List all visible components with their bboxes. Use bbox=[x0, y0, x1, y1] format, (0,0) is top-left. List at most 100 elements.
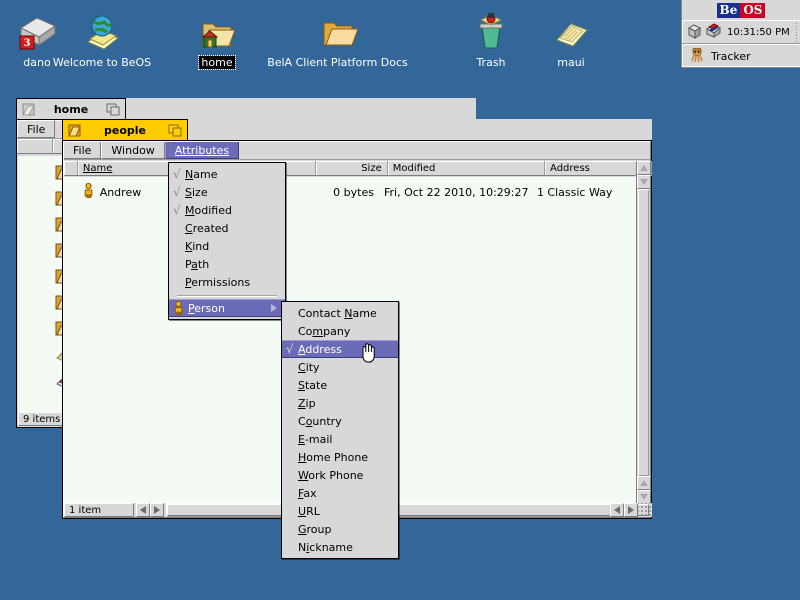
cell-address: 1 Classic Way bbox=[532, 186, 636, 199]
cell-name: Andrew bbox=[100, 186, 142, 199]
checkmark-icon: √ bbox=[286, 343, 298, 355]
hscroll-left-button[interactable] bbox=[136, 503, 150, 517]
person-submenu-item-contact-name[interactable]: Contact Name bbox=[282, 304, 398, 322]
desktop-icon-label: BelA Client Platform Docs bbox=[265, 56, 410, 69]
document-icon bbox=[549, 10, 593, 54]
person-submenu-item-home-phone[interactable]: Home Phone bbox=[282, 448, 398, 466]
checkmark-icon: √ bbox=[173, 186, 185, 198]
person-submenu-item-company[interactable]: Company bbox=[282, 322, 398, 340]
menu-attributes[interactable]: Attributes bbox=[165, 141, 239, 159]
menu-item-label: Address bbox=[298, 343, 390, 356]
menu-item-label: Created bbox=[185, 222, 277, 235]
column-header-size[interactable]: Size bbox=[316, 161, 388, 175]
attributes-menu[interactable]: √Name√Size√ModifiedCreatedKindPathPermis… bbox=[168, 162, 286, 320]
person-submenu-item-nickname[interactable]: Nickname bbox=[282, 538, 398, 556]
attributes-menu-item-path[interactable]: Path bbox=[169, 255, 285, 273]
desktop-icon-label: maui bbox=[555, 56, 586, 69]
people-window-tab[interactable]: people bbox=[62, 119, 188, 140]
person-submenu-item-country[interactable]: Country bbox=[282, 412, 398, 430]
menu-item-label: State bbox=[298, 379, 390, 392]
person-submenu-item-zip[interactable]: Zip bbox=[282, 394, 398, 412]
zoom-button[interactable] bbox=[168, 124, 182, 137]
deskbar[interactable]: Be OS 10:31:50 PM bbox=[681, 0, 800, 68]
attributes-menu-item-permissions[interactable]: Permissions bbox=[169, 273, 285, 291]
cell-modified: Fri, Oct 22 2010, 10:29:27 PM bbox=[379, 186, 532, 199]
menu-item-label: Work Phone bbox=[298, 469, 390, 482]
hscroll-left-button-right[interactable] bbox=[610, 503, 624, 517]
menu-file[interactable]: File bbox=[17, 120, 55, 138]
desktop[interactable]: 3 dano Welcome to BeOS bbox=[0, 0, 800, 600]
hscroll-right-button-right[interactable] bbox=[624, 503, 638, 517]
menu-window[interactable]: Window bbox=[101, 141, 164, 159]
column-header-modified[interactable]: Modified bbox=[388, 161, 545, 175]
beos-logo-be: Be bbox=[717, 3, 741, 18]
person-submenu-item-url[interactable]: URL bbox=[282, 502, 398, 520]
deskbar-app-label: Tracker bbox=[711, 50, 751, 63]
desktop-icon-label: home bbox=[199, 56, 234, 69]
hscroll-right-button[interactable] bbox=[150, 503, 164, 517]
attributes-menu-item-modified[interactable]: √Modified bbox=[169, 201, 285, 219]
people-window-item-count: 1 item bbox=[64, 503, 134, 517]
printer-icon[interactable] bbox=[705, 23, 722, 42]
deskbar-tray[interactable]: 10:31:50 PM bbox=[682, 20, 800, 44]
attributes-menu-item-person[interactable]: Person bbox=[169, 299, 285, 317]
person-submenu[interactable]: Contact NameCompany√AddressCityStateZipC… bbox=[281, 301, 399, 559]
person-submenu-item-e-mail[interactable]: E-mail bbox=[282, 430, 398, 448]
deskbar-clock[interactable]: 10:31:50 PM bbox=[727, 27, 790, 38]
person-submenu-item-group[interactable]: Group bbox=[282, 520, 398, 538]
deskbar-drag-dots[interactable] bbox=[795, 22, 798, 42]
submenu-arrow-icon bbox=[271, 304, 277, 312]
desktop-icon-welcome-to-beos[interactable]: Welcome to BeOS bbox=[42, 10, 162, 69]
home-window-title: home bbox=[40, 103, 102, 116]
people-window-vscrollbar[interactable] bbox=[636, 161, 650, 504]
menu-item-label: URL bbox=[298, 505, 390, 518]
menu-item-label: City bbox=[298, 361, 390, 374]
column-header-icon[interactable] bbox=[17, 139, 53, 153]
menu-file[interactable]: File bbox=[63, 141, 101, 159]
deskbar-logo[interactable]: Be OS bbox=[682, 0, 800, 20]
people-window-column-header: Name Size Modified Address bbox=[64, 161, 652, 176]
menu-item-label: Nickname bbox=[298, 541, 390, 554]
desktop-icon-maui[interactable]: maui bbox=[516, 10, 626, 69]
menu-item-label: Permissions bbox=[185, 276, 277, 289]
attributes-menu-item-created[interactable]: Created bbox=[169, 219, 285, 237]
desktop-icon-label: Trash bbox=[474, 56, 507, 69]
folder-icon bbox=[316, 10, 360, 54]
window-resize-handle[interactable] bbox=[638, 503, 652, 517]
document-globe-icon bbox=[80, 10, 124, 54]
beos-logo-os: OS bbox=[740, 3, 765, 18]
menu-item-label: Person bbox=[188, 302, 261, 315]
scroll-down-button-top[interactable] bbox=[637, 175, 651, 189]
scroll-up-button-bottom[interactable] bbox=[637, 476, 651, 490]
scroll-down-button[interactable] bbox=[637, 490, 651, 504]
checkmark-icon: √ bbox=[173, 168, 185, 180]
attributes-menu-item-kind[interactable]: Kind bbox=[169, 237, 285, 255]
deskbar-app-tracker[interactable]: Tracker bbox=[682, 44, 800, 67]
person-icon bbox=[173, 301, 184, 315]
person-submenu-item-city[interactable]: City bbox=[282, 358, 398, 376]
table-row[interactable]: Andrew 0 bytes Fri, Oct 22 2010, 10:29:2… bbox=[64, 183, 636, 201]
person-submenu-item-state[interactable]: State bbox=[282, 376, 398, 394]
attributes-menu-item-name[interactable]: √Name bbox=[169, 165, 285, 183]
menu-item-label: Fax bbox=[298, 487, 390, 500]
zoom-button[interactable] bbox=[106, 103, 120, 116]
home-window-tab[interactable]: home bbox=[16, 98, 126, 119]
person-submenu-item-fax[interactable]: Fax bbox=[282, 484, 398, 502]
person-submenu-item-work-phone[interactable]: Work Phone bbox=[282, 466, 398, 484]
desktop-icon-bela-client-platform-docs[interactable]: BelA Client Platform Docs bbox=[255, 10, 420, 69]
person-submenu-item-address[interactable]: √Address bbox=[282, 340, 398, 358]
checkmark-icon: √ bbox=[173, 204, 185, 216]
scroll-up-button[interactable] bbox=[637, 161, 651, 175]
attributes-menu-item-size[interactable]: √Size bbox=[169, 183, 285, 201]
folder-icon bbox=[22, 103, 35, 116]
people-window-title: people bbox=[86, 124, 164, 137]
column-header-icon[interactable] bbox=[64, 161, 78, 175]
desktop-icon-label: Welcome to BeOS bbox=[51, 56, 153, 69]
people-window-menubar[interactable]: File Window Attributes bbox=[63, 141, 651, 160]
menu-item-label: Company bbox=[298, 325, 390, 338]
hscroll-thumb[interactable] bbox=[167, 504, 649, 516]
menu-item-label: Name bbox=[185, 168, 277, 181]
menu-separator bbox=[177, 295, 277, 296]
disk-icon[interactable] bbox=[687, 23, 702, 42]
menu-item-label: Path bbox=[185, 258, 277, 271]
